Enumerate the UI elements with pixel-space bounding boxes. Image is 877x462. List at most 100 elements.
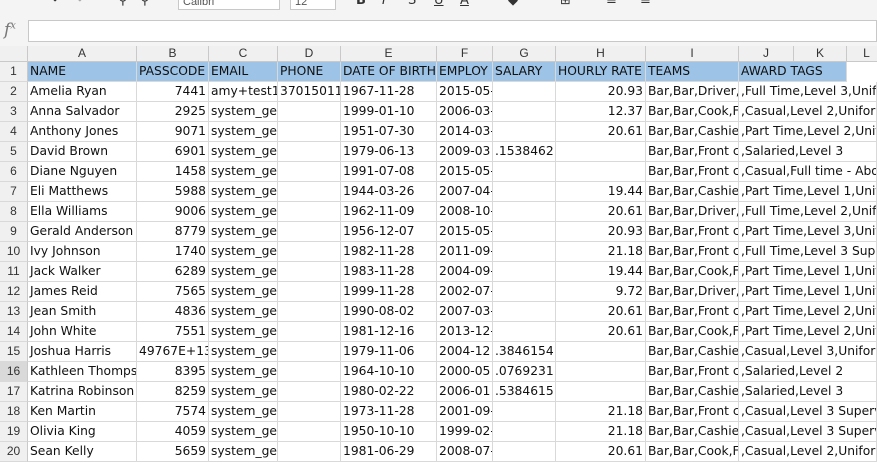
employed-cell[interactable]: 2014-03-08 bbox=[437, 122, 493, 142]
award-tags-cell[interactable]: ,Casual,Level 2,Uniform bbox=[739, 442, 877, 462]
email-cell[interactable]: system_generated_er bbox=[209, 222, 278, 242]
name-cell[interactable]: Kathleen Thomps bbox=[28, 362, 137, 382]
dob-cell[interactable]: 1990-08-02 bbox=[341, 302, 437, 322]
dob-cell[interactable]: 1962-11-09 bbox=[341, 202, 437, 222]
teams-cell[interactable]: Bar,Bar,Front c bbox=[646, 242, 739, 262]
passcode-cell[interactable]: 8779 bbox=[137, 222, 209, 242]
award-tags-cell[interactable]: ,Casual,Level 2,Uniform bbox=[739, 102, 877, 122]
employed-cell[interactable]: 2015-05-13 bbox=[437, 82, 493, 102]
row-header[interactable]: 20 bbox=[0, 442, 28, 462]
employed-cell[interactable]: 2006-01 bbox=[437, 382, 493, 402]
email-cell[interactable]: system_generated_er bbox=[209, 122, 278, 142]
dob-cell[interactable]: 1964-10-10 bbox=[341, 362, 437, 382]
salary-cell[interactable] bbox=[493, 122, 556, 142]
email-cell[interactable]: system_generated_er bbox=[209, 442, 278, 462]
dob-cell[interactable]: 1950-10-10 bbox=[341, 422, 437, 442]
email-cell[interactable]: system_generated_er bbox=[209, 402, 278, 422]
award-tags-cell[interactable]: ,Casual,Level 3,Uniform bbox=[739, 342, 877, 362]
salary-cell[interactable] bbox=[493, 102, 556, 122]
row-header[interactable]: 2 bbox=[0, 82, 28, 102]
phone-cell[interactable] bbox=[278, 202, 341, 222]
header-cell[interactable]: AWARD TAGS bbox=[739, 62, 847, 82]
dob-cell[interactable]: 1981-12-16 bbox=[341, 322, 437, 342]
row-header[interactable]: 19 bbox=[0, 422, 28, 442]
passcode-cell[interactable]: 4836 bbox=[137, 302, 209, 322]
employed-cell[interactable]: 2015-05-04 bbox=[437, 162, 493, 182]
teams-cell[interactable]: Bar,Bar,Front c bbox=[646, 222, 739, 242]
award-tags-cell[interactable]: ,Part Time,Level 2,Unif bbox=[739, 302, 877, 322]
teams-cell[interactable]: Bar,Bar,Cook,F bbox=[646, 322, 739, 342]
name-cell[interactable]: John White bbox=[28, 322, 137, 342]
phone-cell[interactable] bbox=[278, 122, 341, 142]
phone-cell[interactable] bbox=[278, 322, 341, 342]
teams-cell[interactable]: Bar,Bar,Cashie bbox=[646, 422, 739, 442]
passcode-cell[interactable]: 9006 bbox=[137, 202, 209, 222]
award-tags-cell[interactable]: ,Part Time,Level 1,Unif bbox=[739, 282, 877, 302]
award-tags-cell[interactable]: ,Casual,Full time - Abo bbox=[739, 162, 877, 182]
dob-cell[interactable]: 1979-11-06 bbox=[341, 342, 437, 362]
row-header[interactable]: 4 bbox=[0, 122, 28, 142]
font-name-select[interactable]: Calibri bbox=[178, 0, 280, 10]
award-tags-cell[interactable]: ,Full Time,Level 3,Unif bbox=[739, 82, 877, 102]
employed-cell[interactable]: 2002-07-02 bbox=[437, 282, 493, 302]
hourly-rate-cell[interactable]: 19.44 bbox=[556, 262, 646, 282]
employed-cell[interactable]: 2004-12 bbox=[437, 342, 493, 362]
dob-cell[interactable]: 1991-07-08 bbox=[341, 162, 437, 182]
hourly-rate-cell[interactable] bbox=[556, 382, 646, 402]
hourly-rate-cell[interactable]: 21.18 bbox=[556, 242, 646, 262]
row-header[interactable]: 3 bbox=[0, 102, 28, 122]
email-cell[interactable]: system_generated_er bbox=[209, 422, 278, 442]
teams-cell[interactable]: Bar,Bar,Cashie bbox=[646, 342, 739, 362]
employed-cell[interactable]: 1999-02-23 bbox=[437, 422, 493, 442]
salary-cell[interactable] bbox=[493, 442, 556, 462]
passcode-cell[interactable]: 8395 bbox=[137, 362, 209, 382]
name-cell[interactable]: Olivia King bbox=[28, 422, 137, 442]
phone-cell[interactable] bbox=[278, 442, 341, 462]
hourly-rate-cell[interactable] bbox=[556, 142, 646, 162]
employed-cell[interactable]: 2015-05-16 bbox=[437, 222, 493, 242]
formula-input[interactable] bbox=[28, 20, 877, 42]
email-cell[interactable]: system_generated_er bbox=[209, 322, 278, 342]
employed-cell[interactable]: 2011-09-27 bbox=[437, 242, 493, 262]
salary-cell[interactable] bbox=[493, 402, 556, 422]
passcode-cell[interactable]: 5988 bbox=[137, 182, 209, 202]
phone-cell[interactable] bbox=[278, 282, 341, 302]
name-cell[interactable]: Eli Matthews bbox=[28, 182, 137, 202]
salary-cell[interactable] bbox=[493, 322, 556, 342]
phone-cell[interactable] bbox=[278, 242, 341, 262]
row-header[interactable]: 16 bbox=[0, 362, 28, 382]
email-cell[interactable]: system_generated_er bbox=[209, 182, 278, 202]
passcode-cell[interactable]: 7565 bbox=[137, 282, 209, 302]
phone-cell[interactable] bbox=[278, 382, 341, 402]
dob-cell[interactable]: 1967-11-28 bbox=[341, 82, 437, 102]
column-header-j[interactable]: J bbox=[739, 46, 794, 62]
zoom-in-icon[interactable]: ⚲ bbox=[118, 0, 128, 11]
dob-cell[interactable]: 1979-06-13 bbox=[341, 142, 437, 162]
salary-cell[interactable] bbox=[493, 242, 556, 262]
teams-cell[interactable]: Bar,Bar,Driver,I bbox=[646, 82, 739, 102]
header-cell[interactable]: EMAIL bbox=[209, 62, 278, 82]
header-cell[interactable]: TEAMS bbox=[646, 62, 739, 82]
email-cell[interactable]: system_generated_er bbox=[209, 242, 278, 262]
salary-cell[interactable] bbox=[493, 82, 556, 102]
teams-cell[interactable]: Bar,Bar,Front c bbox=[646, 402, 739, 422]
column-header-a[interactable]: A bbox=[28, 46, 137, 62]
row-header[interactable]: 8 bbox=[0, 202, 28, 222]
hourly-rate-cell[interactable]: 20.61 bbox=[556, 442, 646, 462]
font-size-select[interactable]: 12 bbox=[290, 0, 336, 10]
salary-cell[interactable] bbox=[493, 302, 556, 322]
award-tags-cell[interactable]: ,Part Time,Level 1,Unif bbox=[739, 182, 877, 202]
column-header-c[interactable]: C bbox=[209, 46, 278, 62]
column-header-f[interactable]: F bbox=[437, 46, 493, 62]
row-header[interactable]: 18 bbox=[0, 402, 28, 422]
employed-cell[interactable]: 2001-09-11 bbox=[437, 402, 493, 422]
row-header[interactable]: 15 bbox=[0, 342, 28, 362]
passcode-cell[interactable]: 1740 bbox=[137, 242, 209, 262]
email-cell[interactable]: amy+test1 bbox=[209, 82, 278, 102]
zoom-out-icon[interactable]: ⚲ bbox=[140, 0, 150, 11]
salary-cell[interactable]: .3846154 bbox=[493, 342, 556, 362]
header-cell[interactable]: PASSCODE bbox=[137, 62, 209, 82]
email-cell[interactable]: system_generated_er bbox=[209, 342, 278, 362]
salary-cell[interactable] bbox=[493, 202, 556, 222]
bold-icon[interactable]: B bbox=[356, 0, 366, 11]
